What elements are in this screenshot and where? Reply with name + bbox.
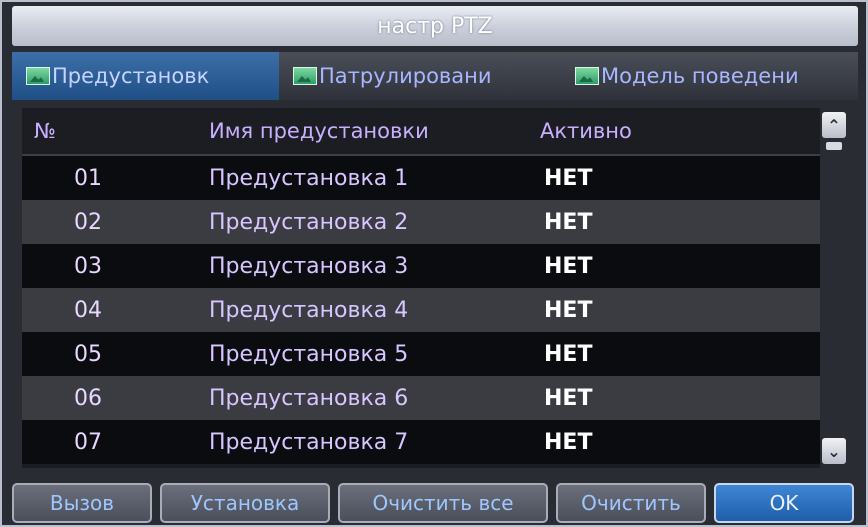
- ok-button[interactable]: OK: [714, 483, 854, 523]
- table-row[interactable]: 04 Предустановка 4 НЕТ: [22, 288, 848, 332]
- table-row[interactable]: 06 Предустановка 6 НЕТ: [22, 376, 848, 420]
- cell-active: НЕТ: [544, 341, 593, 367]
- table-row[interactable]: 07 Предустановка 7 НЕТ: [22, 420, 848, 464]
- presets-table: № Имя предустановки Активно 01 Предустан…: [22, 108, 848, 468]
- cell-number: 06: [74, 385, 102, 411]
- cell-active: НЕТ: [544, 165, 593, 191]
- call-button[interactable]: Вызов: [12, 483, 152, 523]
- picture-icon: [575, 67, 600, 85]
- picture-icon: [293, 67, 318, 85]
- cell-preset-name: Предустановка 2: [209, 209, 409, 235]
- cell-preset-name: Предустановка 4: [209, 297, 409, 323]
- table-row[interactable]: 03 Предустановка 3 НЕТ: [22, 244, 848, 288]
- cell-number: 01: [74, 165, 102, 191]
- cell-number: 04: [74, 297, 102, 323]
- cell-preset-name: Предустановка 3: [209, 253, 409, 279]
- chevron-up-icon[interactable]: ⌃: [822, 112, 846, 138]
- table-row[interactable]: 02 Предустановка 2 НЕТ: [22, 200, 848, 244]
- tab-bar: Предустановк Патрулировани Модель поведе…: [12, 52, 858, 100]
- tab-label: Предустановк: [52, 64, 210, 88]
- cell-active: НЕТ: [544, 297, 593, 323]
- picture-icon: [26, 67, 50, 85]
- tab-label: Патрулировани: [319, 64, 492, 88]
- chevron-down-icon[interactable]: ⌄: [822, 438, 846, 464]
- clear-button[interactable]: Очистить: [556, 483, 706, 523]
- cell-number: 03: [74, 253, 102, 279]
- header-number: №: [34, 119, 56, 143]
- table-row[interactable]: 05 Предустановка 5 НЕТ: [22, 332, 848, 376]
- window-title: настр PTZ: [12, 6, 858, 46]
- set-button[interactable]: Установка: [160, 483, 330, 523]
- tab-pattern[interactable]: Модель поведени: [561, 52, 858, 100]
- cell-preset-name: Предустановка 5: [209, 341, 409, 367]
- tab-presets[interactable]: Предустановк: [12, 52, 280, 100]
- tab-label: Модель поведени: [601, 64, 799, 88]
- vertical-scrollbar[interactable]: ⌃ ⌄: [820, 108, 848, 468]
- cell-preset-name: Предустановка 7: [209, 429, 409, 455]
- ptz-settings-window: настр PTZ Предустановк Патрулировани Мод…: [0, 0, 868, 527]
- cell-number: 05: [74, 341, 102, 367]
- clear-all-button[interactable]: Очистить все: [338, 483, 548, 523]
- cell-active: НЕТ: [544, 385, 593, 411]
- header-preset-name: Имя предустановки: [209, 119, 429, 143]
- cell-number: 02: [74, 209, 102, 235]
- cell-active: НЕТ: [544, 253, 593, 279]
- tab-patrol[interactable]: Патрулировани: [279, 52, 561, 100]
- table-header: № Имя предустановки Активно: [22, 108, 848, 156]
- header-active: Активно: [540, 119, 632, 143]
- button-bar: Вызов Установка Очистить все Очистить OK: [12, 480, 862, 525]
- cell-active: НЕТ: [544, 429, 593, 455]
- cell-number: 07: [74, 429, 102, 455]
- scroll-thumb[interactable]: [826, 142, 842, 150]
- cell-active: НЕТ: [544, 209, 593, 235]
- table-row[interactable]: 01 Предустановка 1 НЕТ: [22, 156, 848, 200]
- cell-preset-name: Предустановка 6: [209, 385, 409, 411]
- cell-preset-name: Предустановка 1: [209, 165, 409, 191]
